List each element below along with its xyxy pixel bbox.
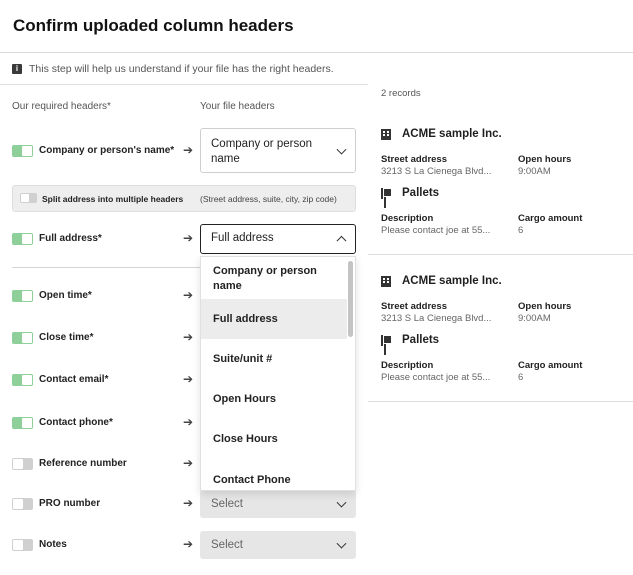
toggle-pro-number[interactable] xyxy=(12,498,33,510)
hand-truck-icon xyxy=(381,334,392,346)
chevron-down-icon xyxy=(336,538,347,549)
divider xyxy=(368,254,633,255)
company-name: ACME sample Inc. xyxy=(402,128,502,140)
arrow-right-icon: ➔ xyxy=(183,143,194,157)
field-value: 9:00AM xyxy=(518,313,551,324)
dropdown-scrollbar[interactable] xyxy=(346,257,355,490)
row-label: Company or person's name* xyxy=(39,145,175,156)
record-cargo: Pallets xyxy=(381,187,439,199)
record-company: ACME sample Inc. xyxy=(381,128,502,140)
field-value: Please contact joe at 55... xyxy=(381,372,491,383)
divider xyxy=(368,401,633,402)
file-header-select-full-address[interactable]: Full address xyxy=(200,224,356,254)
toggle-close-time[interactable] xyxy=(12,332,33,344)
arrow-right-icon: ➔ xyxy=(183,372,194,386)
row-label: Full address* xyxy=(39,233,102,244)
row-label: Notes xyxy=(39,539,67,550)
dropdown-option[interactable]: Close Hours xyxy=(201,419,347,459)
row-label: Open time* xyxy=(39,290,92,301)
arrow-right-icon: ➔ xyxy=(183,330,194,344)
row-label: Close time* xyxy=(39,332,94,343)
dropdown-option[interactable]: Suite/unit # xyxy=(201,339,347,379)
row-label: Contact email* xyxy=(39,374,109,385)
select-value: Select xyxy=(211,539,243,551)
dropdown-option[interactable]: Contact Phone xyxy=(201,460,347,490)
split-hint: (Street address, suite, city, zip code) xyxy=(200,194,337,204)
hand-truck-icon xyxy=(381,187,392,199)
dropdown-option[interactable]: Company or person name xyxy=(201,264,347,300)
select-value: Company or person name xyxy=(211,138,312,165)
divider xyxy=(0,84,368,85)
field-value: 3213 S La Cienega Blvd... xyxy=(381,166,492,177)
field-label: Description xyxy=(381,360,434,371)
field-label: Cargo amount xyxy=(518,360,583,371)
file-header-select-pro-number[interactable]: Select xyxy=(200,490,356,518)
row-label: PRO number xyxy=(39,498,101,509)
field-label: Street address xyxy=(381,154,448,165)
record-card: ACME sample Inc. Street address 3213 S L… xyxy=(368,267,633,402)
info-icon: i xyxy=(12,64,22,74)
field-value: Please contact joe at 55... xyxy=(381,225,491,236)
building-icon xyxy=(381,275,391,287)
file-headers-heading: Your file headers xyxy=(200,101,275,112)
row-label: Reference number xyxy=(39,458,127,469)
scrollbar-thumb[interactable] xyxy=(348,261,353,337)
arrow-right-icon: ➔ xyxy=(183,231,194,245)
divider xyxy=(12,267,200,268)
toggle-split-address[interactable] xyxy=(20,193,37,203)
record-card: ACME sample Inc. Street address 3213 S L… xyxy=(368,120,633,255)
row-label: Contact phone* xyxy=(39,417,113,428)
select-value: Select xyxy=(211,498,243,510)
field-label: Open hours xyxy=(518,301,572,312)
cargo-title: Pallets xyxy=(402,334,440,346)
dropdown-option[interactable]: Open Hours xyxy=(201,379,347,419)
field-label: Open hours xyxy=(518,154,572,165)
field-label: Street address xyxy=(381,301,448,312)
field-value: 6 xyxy=(518,225,524,236)
file-header-select-company[interactable]: Company or person name xyxy=(200,128,356,173)
toggle-company[interactable] xyxy=(12,145,33,157)
chevron-down-icon xyxy=(336,144,347,155)
arrow-right-icon: ➔ xyxy=(183,456,194,470)
chevron-up-icon xyxy=(336,235,347,246)
info-note: i This step will help us understand if y… xyxy=(12,63,334,75)
arrow-right-icon: ➔ xyxy=(183,496,194,510)
toggle-contact-email[interactable] xyxy=(12,374,33,386)
toggle-reference-number[interactable] xyxy=(12,458,33,470)
file-header-dropdown-menu: Company or person name Full address Suit… xyxy=(200,256,356,491)
arrow-right-icon: ➔ xyxy=(183,415,194,429)
page-title: Confirm uploaded column headers xyxy=(13,16,294,35)
field-value: 3213 S La Cienega Blvd... xyxy=(381,313,492,324)
building-icon xyxy=(381,128,391,140)
required-headers-heading: Our required headers* xyxy=(12,101,111,112)
records-count: 2 records xyxy=(381,88,421,99)
field-label: Description xyxy=(381,213,434,224)
page-header: Confirm uploaded column headers xyxy=(0,0,633,53)
dropdown-option-selected[interactable]: Full address xyxy=(201,299,347,339)
toggle-notes[interactable] xyxy=(12,539,33,551)
toggle-full-address[interactable] xyxy=(12,233,33,245)
select-value: Full address xyxy=(211,232,274,244)
split-label: Split address into multiple headers xyxy=(42,194,184,204)
file-header-select-notes[interactable]: Select xyxy=(200,531,356,559)
record-company: ACME sample Inc. xyxy=(381,275,502,287)
info-text: This step will help us understand if you… xyxy=(29,63,334,75)
field-value: 9:00AM xyxy=(518,166,551,177)
arrow-right-icon: ➔ xyxy=(183,537,194,551)
record-cargo: Pallets xyxy=(381,334,439,346)
field-label: Cargo amount xyxy=(518,213,583,224)
company-name: ACME sample Inc. xyxy=(402,275,502,287)
toggle-contact-phone[interactable] xyxy=(12,417,33,429)
chevron-down-icon xyxy=(336,497,347,508)
field-value: 6 xyxy=(518,372,524,383)
cargo-title: Pallets xyxy=(402,187,440,199)
arrow-right-icon: ➔ xyxy=(183,288,194,302)
split-address-bar: Split address into multiple headers (Str… xyxy=(12,185,356,212)
toggle-open-time[interactable] xyxy=(12,290,33,302)
